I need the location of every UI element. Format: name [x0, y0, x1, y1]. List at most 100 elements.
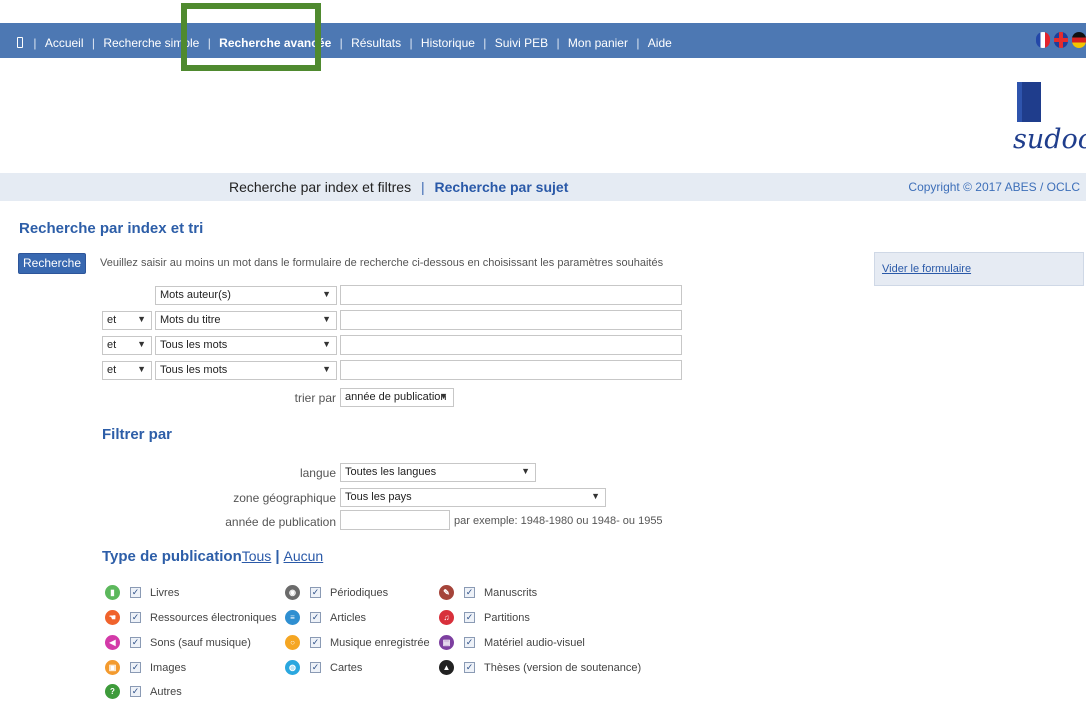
dropdown-arrow-icon: ▼ — [322, 364, 331, 374]
zone-select[interactable]: Tous les pays ▼ — [340, 488, 606, 507]
nav-separator: | — [556, 35, 560, 50]
select-none-link[interactable]: Aucun — [284, 548, 324, 564]
dropdown-arrow-icon: ▼ — [137, 364, 146, 374]
checkbox-articles[interactable]: ✓ — [310, 612, 321, 623]
image-icon: ▣ — [105, 660, 120, 675]
nav-items: | Accueil | Recherche simple | Recherche… — [17, 35, 672, 50]
operator-value: et — [107, 314, 117, 326]
operator-value: et — [107, 339, 117, 351]
field-select-3[interactable]: Tous les mots ▼ — [155, 336, 337, 355]
page-title: Recherche par index et tri — [19, 220, 204, 237]
zone-select-value: Tous les pays — [345, 491, 412, 503]
checkbox-partitions[interactable]: ✓ — [464, 612, 475, 623]
checkbox-ressources-electroniques[interactable]: ✓ — [130, 612, 141, 623]
nav-separator: | — [207, 35, 211, 50]
checkbox-sons[interactable]: ✓ — [130, 637, 141, 648]
nav-mon-panier[interactable]: Mon panier — [568, 36, 628, 50]
english-flag-icon[interactable] — [1054, 32, 1068, 48]
sort-select-value: année de publication — [345, 391, 447, 403]
search-input-3[interactable] — [340, 335, 682, 355]
filter-title: Filtrer par — [102, 426, 173, 443]
electronic-resource-icon: ☚ — [105, 610, 120, 625]
publication-type-separator: | — [275, 548, 280, 565]
pub-type-label: Périodiques — [330, 587, 389, 599]
map-icon: ◍ — [285, 660, 300, 675]
language-label: langue — [299, 466, 336, 480]
nav-suivi-peb[interactable]: Suivi PEB — [495, 36, 548, 50]
publication-type-heading: Type de publicationTous | Aucun — [102, 548, 323, 565]
search-input-1[interactable] — [340, 285, 682, 305]
operator-select-3[interactable]: et ▼ — [102, 336, 152, 355]
current-search-mode: Recherche par index et filtres — [229, 179, 412, 195]
year-label: année de publication — [225, 515, 336, 529]
field-select-2[interactable]: Mots du titre ▼ — [155, 311, 337, 330]
nav-separator: | — [483, 35, 487, 50]
search-input-2[interactable] — [340, 310, 682, 330]
checkbox-theses[interactable]: ✓ — [464, 662, 475, 673]
select-all-link[interactable]: Tous — [242, 548, 272, 564]
book-icon: ▮ — [105, 585, 120, 600]
nav-accueil[interactable]: Accueil — [45, 36, 84, 50]
dropdown-arrow-icon: ▼ — [591, 491, 600, 501]
top-navigation-bar: | Accueil | Recherche simple | Recherche… — [0, 23, 1086, 58]
dropdown-arrow-icon: ▼ — [322, 314, 331, 324]
pub-type-label: Partitions — [484, 612, 530, 624]
operator-select-4[interactable]: et ▼ — [102, 361, 152, 380]
pub-type-label: Ressources électroniques — [150, 612, 277, 624]
search-button[interactable]: Recherche — [18, 253, 86, 274]
mobile-icon[interactable] — [17, 37, 23, 49]
nav-historique[interactable]: Historique — [421, 36, 475, 50]
checkbox-musique-enregistree[interactable]: ✓ — [310, 637, 321, 648]
checkbox-cartes[interactable]: ✓ — [310, 662, 321, 673]
copyright: Copyright © 2017 ABES / OCLC — [908, 180, 1080, 194]
publication-type-title: Type de publication — [102, 548, 242, 565]
year-input[interactable] — [340, 510, 450, 530]
nav-aide[interactable]: Aide — [648, 36, 672, 50]
pub-type-label: Images — [150, 662, 187, 674]
dropdown-arrow-icon: ▼ — [439, 391, 448, 401]
recorded-music-icon: ○ — [285, 635, 300, 650]
operator-value: et — [107, 364, 117, 376]
field-select-1[interactable]: Mots auteur(s) ▼ — [155, 286, 337, 305]
dropdown-arrow-icon: ▼ — [521, 466, 530, 476]
pub-type-label: Manuscrits — [484, 587, 538, 599]
dropdown-arrow-icon: ▼ — [137, 339, 146, 349]
checkbox-materiel-audio-visuel[interactable]: ✓ — [464, 637, 475, 648]
zone-label: zone géographique — [233, 491, 336, 505]
instructions: Veuillez saisir au moins un mot dans le … — [100, 257, 664, 269]
nav-separator: | — [409, 35, 413, 50]
nav-recherche-simple[interactable]: Recherche simple — [103, 36, 199, 50]
pub-type-label: Thèses (version de soutenance) — [484, 662, 642, 674]
periodical-icon: ◉ — [285, 585, 300, 600]
language-select[interactable]: Toutes les langues ▼ — [340, 463, 536, 482]
article-icon: ≡ — [285, 610, 300, 625]
nav-separator: | — [33, 35, 37, 50]
checkbox-periodiques[interactable]: ✓ — [310, 587, 321, 598]
side-panel: Vider le formulaire — [874, 252, 1084, 286]
clear-form-link[interactable]: Vider le formulaire — [882, 263, 971, 275]
checkbox-autres[interactable]: ✓ — [130, 686, 141, 697]
manuscript-icon: ✎ — [439, 585, 454, 600]
dropdown-arrow-icon: ▼ — [322, 289, 331, 299]
nav-resultats[interactable]: Résultats — [351, 36, 401, 50]
german-flag-icon[interactable] — [1072, 32, 1086, 48]
sudoc-logo[interactable]: sudoc — [1000, 80, 1086, 160]
nav-separator: | — [91, 35, 95, 50]
checkbox-images[interactable]: ✓ — [130, 662, 141, 673]
sort-select[interactable]: année de publication ▼ — [340, 388, 454, 407]
nav-recherche-avancee[interactable]: Recherche avancée — [219, 36, 331, 50]
subject-search-link[interactable]: Recherche par sujet — [435, 179, 569, 195]
score-icon: ♫ — [439, 610, 454, 625]
sort-label: trier par — [294, 391, 336, 405]
checkbox-manuscrits[interactable]: ✓ — [464, 587, 475, 598]
checkbox-livres[interactable]: ✓ — [130, 587, 141, 598]
field-select-4[interactable]: Tous les mots ▼ — [155, 361, 337, 380]
pub-type-label: Musique enregistrée — [330, 637, 430, 649]
audiovisual-icon: ▤ — [439, 635, 454, 650]
pub-type-label: Articles — [330, 612, 367, 624]
french-flag-icon[interactable] — [1036, 32, 1050, 48]
operator-select-2[interactable]: et ▼ — [102, 311, 152, 330]
pub-type-label: Cartes — [330, 662, 363, 674]
field-select-value: Mots auteur(s) — [160, 289, 231, 301]
search-input-4[interactable] — [340, 360, 682, 380]
